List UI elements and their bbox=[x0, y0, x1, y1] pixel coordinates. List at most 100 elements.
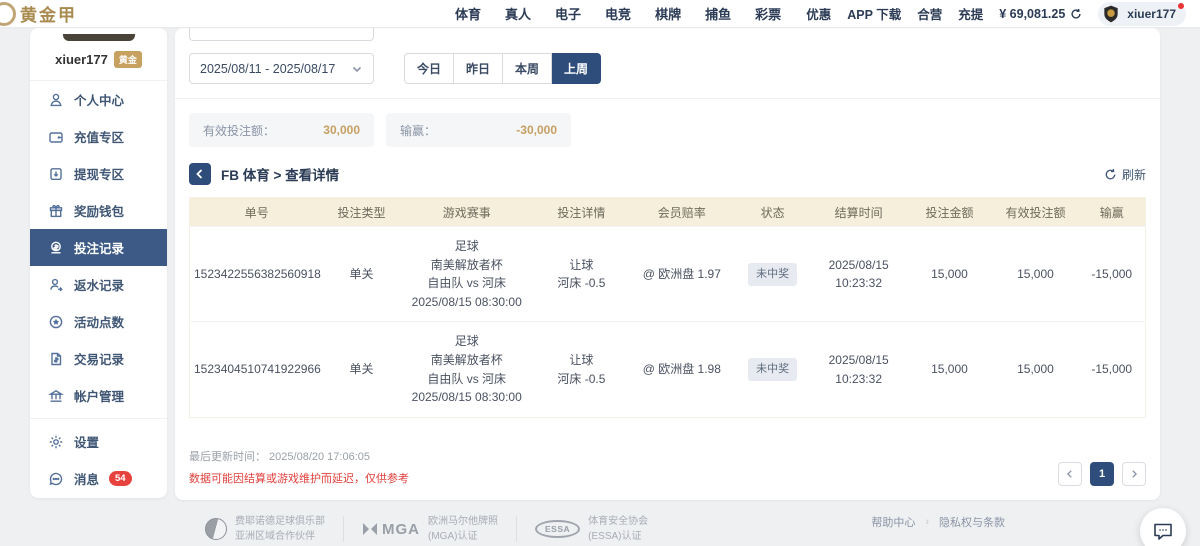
cell-event: 足球 南美解放者杯 自由队 vs 河床 2025/08/15 08:30:00 bbox=[400, 322, 534, 417]
sidebar-username: xiuer177 bbox=[55, 52, 108, 67]
sidebar-item-profile[interactable]: 个人中心 bbox=[30, 81, 167, 118]
win-loss-summary: 输赢： -30,000 bbox=[386, 113, 571, 147]
site-logo[interactable]: 黄金甲 bbox=[0, 1, 77, 26]
refresh-balance-icon[interactable] bbox=[1070, 8, 1082, 20]
sidebar-item-account-management[interactable]: 帐户管理 bbox=[30, 377, 167, 414]
wallet-balance: ¥ 69,081.25 bbox=[999, 7, 1082, 21]
sidebar-item-withdraw[interactable]: 提现专区 bbox=[30, 155, 167, 192]
sidebar-item-activity-points[interactable]: 活动点数 bbox=[30, 303, 167, 340]
link-app-download[interactable]: APP 下载 bbox=[847, 4, 901, 23]
document-icon bbox=[48, 351, 64, 367]
partner-name: 欧洲马尔他牌照 bbox=[428, 514, 498, 529]
win-loss-value: -30,000 bbox=[516, 123, 557, 137]
status-badge: 未中奖 bbox=[748, 358, 797, 381]
valid-bet-summary: 有效投注额： 30,000 bbox=[189, 113, 374, 147]
btn-this-week[interactable]: 本周 bbox=[503, 53, 552, 84]
cell-bet-type: 单关 bbox=[323, 227, 399, 322]
btn-yesterday[interactable]: 昨日 bbox=[454, 53, 503, 84]
partner-name: 体育安全协会 bbox=[588, 514, 648, 529]
sidebar-item-reward-wallet[interactable]: 奖励钱包 bbox=[30, 192, 167, 229]
message-count-badge: 54 bbox=[109, 471, 132, 486]
chevron-left-icon bbox=[1065, 469, 1075, 479]
cell-win-loss: -15,000 bbox=[1079, 227, 1146, 322]
table-row[interactable]: 1523404510741922966 单关 足球 南美解放者杯 自由队 vs … bbox=[190, 322, 1146, 417]
privacy-terms-link[interactable]: 隐私权与条款 bbox=[939, 514, 1005, 530]
cell-status: 未中奖 bbox=[734, 227, 810, 322]
section-header: FB 体育 > 查看详情 刷新 bbox=[189, 163, 1146, 185]
sidebar-item-label: 活动点数 bbox=[74, 312, 124, 331]
filter-row: 2025/08/11 - 2025/08/17 今日 昨日 本周 上周 bbox=[189, 53, 1146, 84]
table-row[interactable]: 1523422556382560918 单关 足球 南美解放者杯 自由队 vs … bbox=[190, 227, 1146, 322]
help-center-link[interactable]: 帮助中心 bbox=[871, 514, 915, 530]
next-page-button[interactable] bbox=[1122, 462, 1146, 486]
sidebar-item-settings[interactable]: 设置 bbox=[30, 423, 167, 460]
footer-link-separator: › bbox=[925, 516, 929, 528]
sidebar-item-bet-records[interactable]: 投注记录 bbox=[30, 229, 167, 266]
link-partnership[interactable]: 合营 bbox=[917, 4, 942, 23]
header-right: 优惠 APP 下载 合营 充提 ¥ 69,081.25 xiuer177 bbox=[806, 2, 1186, 26]
date-range-select[interactable]: 2025/08/11 - 2025/08/17 bbox=[189, 53, 374, 84]
btn-last-week[interactable]: 上周 bbox=[552, 53, 601, 84]
refresh-label: 刷新 bbox=[1122, 166, 1146, 183]
footer-divider bbox=[343, 516, 344, 542]
rebate-icon bbox=[48, 277, 64, 293]
col-settle-time: 结算时间 bbox=[811, 198, 907, 227]
avatar bbox=[1101, 4, 1121, 24]
sidebar-item-rebate-records[interactable]: 返水记录 bbox=[30, 266, 167, 303]
logo-text: 黄金甲 bbox=[20, 1, 77, 26]
filter-input-cut[interactable] bbox=[189, 28, 374, 41]
sidebar-item-label: 帐户管理 bbox=[74, 386, 124, 405]
sidebar-item-label: 提现专区 bbox=[74, 164, 124, 183]
partner-name: 费耶诺德足球俱乐部 bbox=[235, 514, 325, 529]
sidebar-item-label: 返水记录 bbox=[74, 275, 124, 294]
divider bbox=[175, 98, 1160, 99]
link-deposit-withdraw[interactable]: 充提 bbox=[958, 4, 983, 23]
header-username: xiuer177 bbox=[1127, 7, 1176, 21]
main-nav: 体育 真人 电子 电竞 棋牌 捕鱼 彩票 bbox=[455, 4, 781, 23]
nav-slots[interactable]: 电子 bbox=[555, 4, 581, 23]
chevron-right-icon bbox=[1129, 469, 1139, 479]
page-1-button[interactable]: 1 bbox=[1090, 462, 1114, 486]
nav-sports[interactable]: 体育 bbox=[455, 4, 481, 23]
sidebar-item-transactions[interactable]: 交易记录 bbox=[30, 340, 167, 377]
logo-emblem-icon bbox=[0, 2, 16, 26]
btn-today[interactable]: 今日 bbox=[404, 53, 454, 84]
gift-icon bbox=[48, 203, 64, 219]
nav-cards[interactable]: 棋牌 bbox=[655, 4, 681, 23]
refresh-button[interactable]: 刷新 bbox=[1104, 166, 1146, 183]
partner-sub: (MGA)认证 bbox=[428, 529, 498, 544]
col-event: 游戏赛事 bbox=[400, 198, 534, 227]
bank-icon bbox=[48, 388, 64, 404]
prev-page-button[interactable] bbox=[1058, 462, 1082, 486]
chat-icon bbox=[48, 471, 64, 487]
nav-lottery[interactable]: 彩票 bbox=[755, 4, 781, 23]
cell-settle-time: 2025/08/15 10:23:32 bbox=[811, 227, 907, 322]
table-header-row: 单号 投注类型 游戏赛事 投注详情 会员赔率 状态 结算时间 投注金额 有效投注… bbox=[190, 198, 1146, 227]
nav-esports[interactable]: 电竞 bbox=[605, 4, 631, 23]
cell-bet-amount: 15,000 bbox=[906, 322, 992, 417]
nav-fishing[interactable]: 捕鱼 bbox=[705, 4, 731, 23]
link-promotions[interactable]: 优惠 bbox=[806, 4, 831, 23]
essa-logo-icon: ESSA bbox=[535, 520, 580, 538]
user-menu[interactable]: xiuer177 bbox=[1098, 2, 1186, 26]
col-valid-amount: 有效投注额 bbox=[992, 198, 1078, 227]
bet-records-table: 单号 投注类型 游戏赛事 投注详情 会员赔率 状态 结算时间 投注金额 有效投注… bbox=[189, 197, 1146, 418]
sidebar-user: xiuer177 黄金 bbox=[30, 41, 167, 81]
summary-row: 有效投注额： 30,000 输赢： -30,000 bbox=[189, 113, 1146, 147]
customer-service-button[interactable] bbox=[1140, 508, 1186, 546]
quick-date-buttons: 今日 昨日 本周 上周 bbox=[404, 53, 601, 84]
sidebar-item-messages[interactable]: 消息 54 bbox=[30, 460, 167, 497]
sidebar-item-label: 充值专区 bbox=[74, 127, 124, 146]
balance-amount: ¥ 69,081.25 bbox=[999, 7, 1065, 21]
chevron-down-icon bbox=[351, 63, 363, 75]
star-circle-icon bbox=[48, 314, 64, 330]
sidebar-divider bbox=[30, 418, 167, 419]
back-button[interactable] bbox=[189, 163, 211, 185]
avatar-image-cut bbox=[63, 34, 135, 41]
col-bet-amount: 投注金额 bbox=[906, 198, 992, 227]
sidebar-item-deposit[interactable]: 充值专区 bbox=[30, 118, 167, 155]
sidebar-item-label: 消息 bbox=[74, 469, 99, 488]
nav-live[interactable]: 真人 bbox=[505, 4, 531, 23]
sidebar-item-label: 交易记录 bbox=[74, 349, 124, 368]
cell-win-loss: -15,000 bbox=[1079, 322, 1146, 417]
